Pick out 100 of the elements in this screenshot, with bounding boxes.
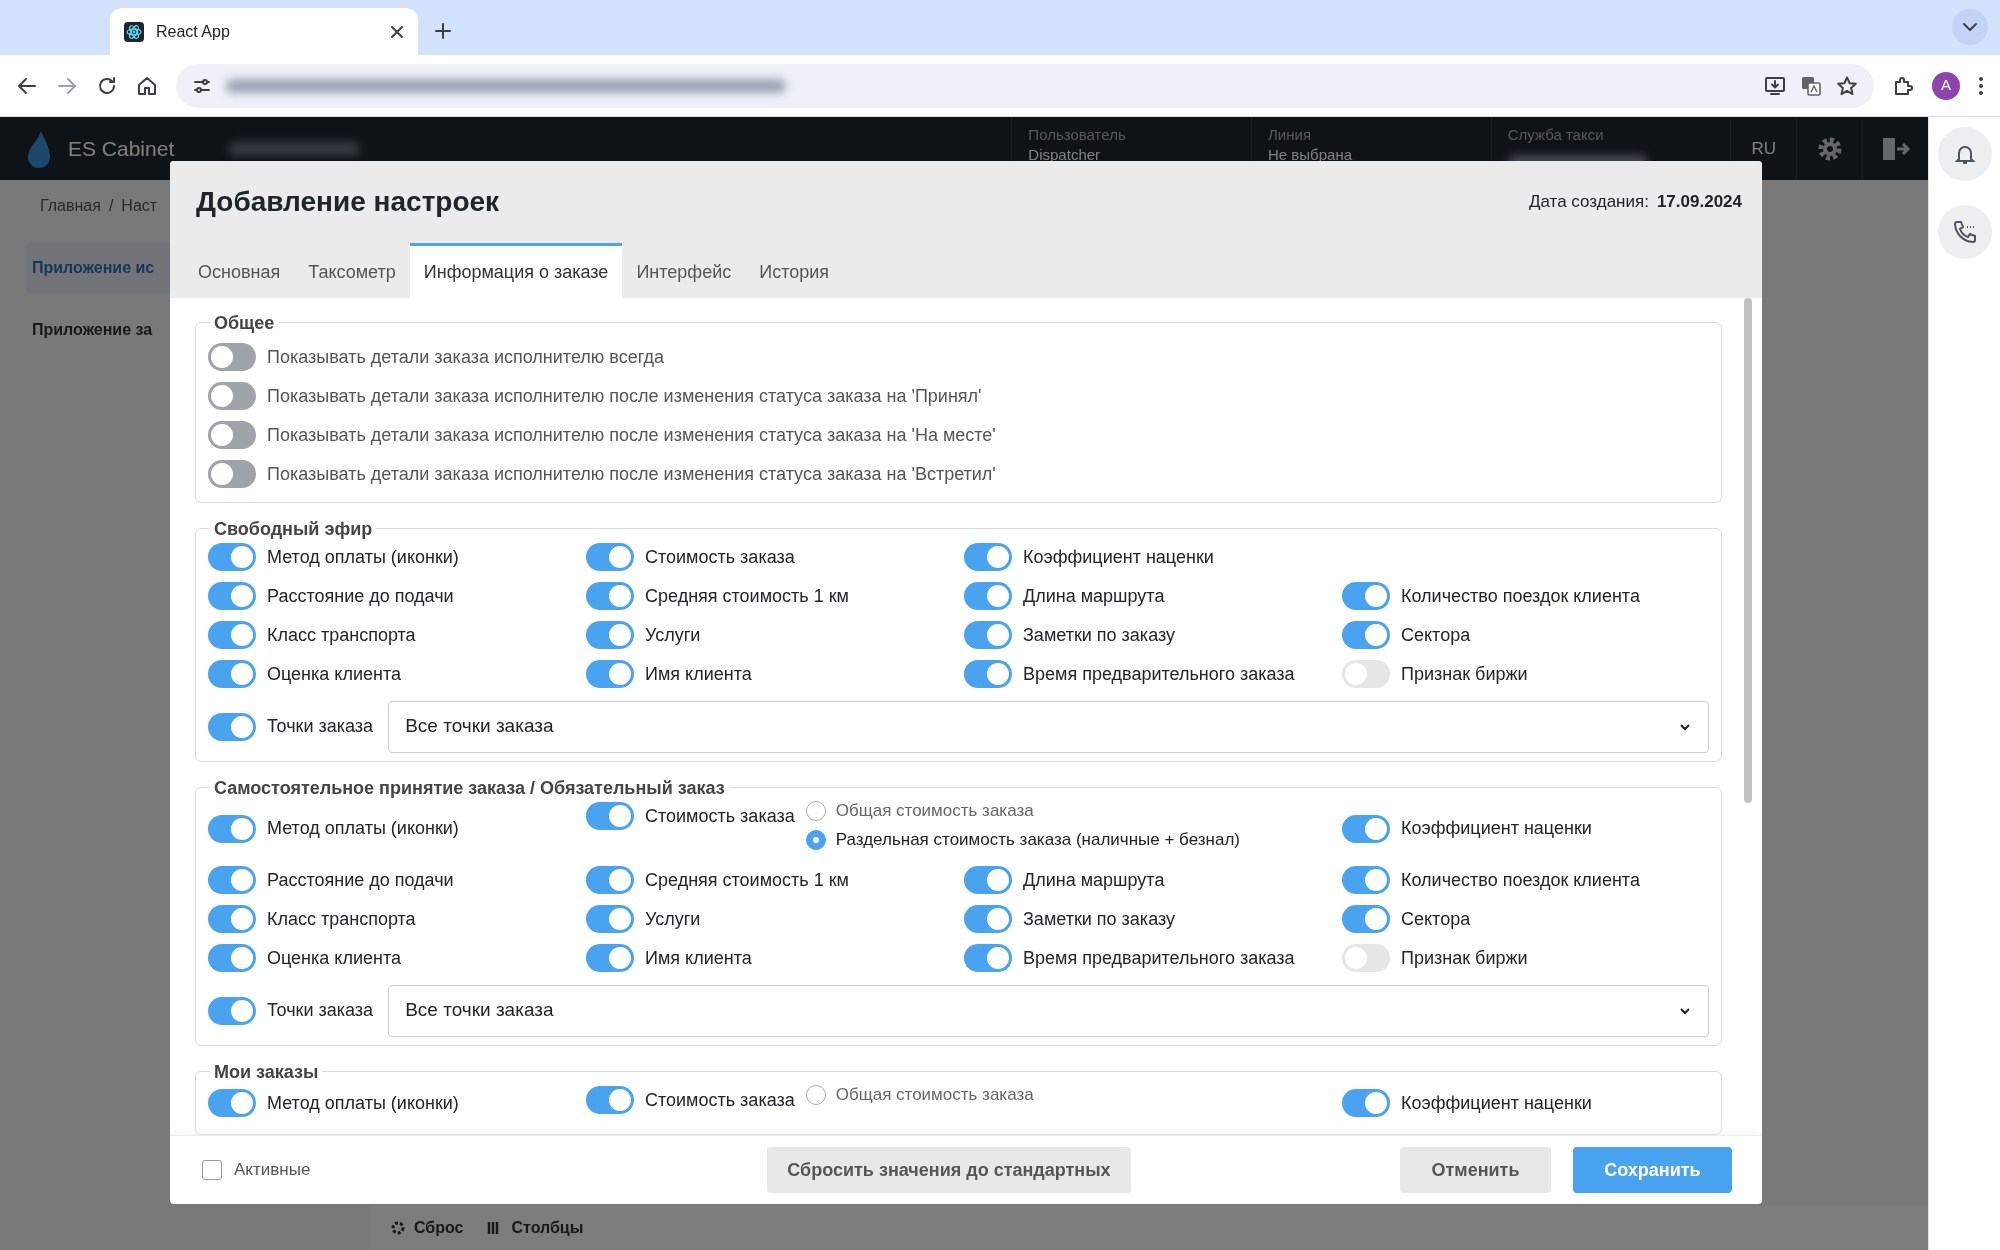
toggle-switch[interactable] [208,582,256,611]
toggle-label: Средняя стоимость 1 км [645,868,849,892]
tab[interactable]: Основная [184,242,295,298]
toggle-label: Количество поездок клиента [1401,584,1640,608]
brand-name: ES Cabinet [68,135,175,162]
home-icon[interactable] [136,74,158,97]
toggle-switch[interactable] [964,582,1012,611]
toggle-switch[interactable] [208,1089,256,1118]
close-icon[interactable] [390,24,404,39]
reload-icon[interactable] [96,74,118,97]
avatar[interactable]: A [1932,71,1960,100]
toggle-label: Время предварительного заказа [1023,662,1295,686]
radio-button[interactable] [805,1085,826,1106]
toggle-switch[interactable] [964,944,1012,973]
toggle-switch[interactable] [208,996,256,1025]
toggle-switch[interactable] [208,944,256,973]
toggle-label: Расстояние до подачи [267,868,454,892]
section-title: Мои заказы [213,1062,320,1081]
toggle-switch[interactable] [208,814,256,843]
toggle-switch[interactable] [586,866,634,895]
toggle-label: Имя клиента [645,946,752,970]
toggle-switch[interactable] [208,343,256,372]
toggle-switch[interactable] [208,621,256,650]
toggle-switch[interactable] [1342,1089,1390,1118]
scrollbar-thumb[interactable] [1744,297,1752,803]
toggle-switch[interactable] [208,660,256,689]
dropdown-field[interactable]: Все точки заказа [388,700,1709,753]
toggle-switch[interactable] [586,543,634,572]
toggle-label: Метод оплаты (иконки) [267,545,459,569]
plus-icon[interactable] [434,22,452,40]
breadcrumb-item: Наст [121,196,158,216]
checkbox-label: Активные [234,1159,311,1182]
breadcrumb-link[interactable]: Главная [40,194,101,218]
puzzle-icon[interactable] [1892,74,1914,97]
toggle-switch[interactable] [586,905,634,934]
section-title: Свободный эфир [213,519,374,538]
toggle-label: Класс транспорта [267,907,416,931]
toggle-label: Длина маршрута [1023,584,1165,608]
toggle-label: Точки заказа [267,715,374,739]
toggle-switch[interactable] [208,460,256,489]
reset-button[interactable]: Сбросить значения до стандартных [767,1147,1131,1193]
toggle-switch[interactable] [208,543,256,572]
header-label: Линия [1268,125,1313,145]
toggle-switch[interactable] [586,802,634,831]
toggle-switch[interactable] [1342,621,1390,650]
toggle-switch[interactable] [586,582,634,611]
toggle-switch[interactable] [1342,905,1390,934]
call-button[interactable] [1937,205,1992,259]
monitor-icon[interactable] [1764,74,1786,97]
toolbar-button[interactable]: Сброс [390,1216,464,1240]
atom-icon [124,21,144,42]
toggle-switch[interactable] [964,905,1012,934]
toggle-label: Коэффициент наценки [1401,1091,1592,1115]
toggle-switch[interactable] [208,905,256,934]
toggle-switch[interactable] [208,382,256,411]
tab[interactable]: Таксометр [294,242,410,298]
dropdown-field[interactable]: Все точки заказа [388,984,1709,1037]
toolbar-button[interactable]: Столбцы [487,1216,584,1240]
toggle-switch[interactable] [586,1086,634,1115]
browser-tab[interactable]: React App [110,8,418,55]
toggle-switch[interactable] [208,712,256,741]
toggle-switch[interactable] [1342,582,1390,611]
radio-label: Общая стоимость заказа [835,1084,1034,1107]
toggle-label: Заметки по заказу [1023,907,1175,931]
toggle-switch[interactable] [586,944,634,973]
toggle-label: Время предварительного заказа [1023,946,1295,970]
toggle-label: Стоимость заказа [645,1088,795,1112]
star-icon[interactable] [1836,74,1858,97]
toggle-switch[interactable] [964,621,1012,650]
toggle-switch[interactable] [208,866,256,895]
toggle-switch[interactable] [964,543,1012,572]
translate-icon[interactable] [1800,74,1822,97]
radio-button[interactable] [805,801,826,822]
toggle-switch[interactable] [586,621,634,650]
tab[interactable]: История [745,242,843,298]
toggle-switch[interactable] [208,421,256,450]
tab[interactable]: Интерфейс [622,242,746,298]
toggle-switch[interactable] [1342,866,1390,895]
checkbox[interactable] [202,1160,222,1180]
toggle-switch[interactable] [586,660,634,689]
toggle-label: Коэффициент наценки [1023,545,1214,569]
toggle-label: Признак биржи [1401,946,1528,970]
toggle-switch[interactable] [964,660,1012,689]
toggle-label: Сектора [1401,907,1471,931]
language-button[interactable]: RU [1751,135,1777,162]
toggle-switch[interactable] [1342,814,1390,843]
tab[interactable]: Информация о заказе [409,242,623,298]
breadcrumb-separator: / [108,196,114,216]
kebab-menu-icon[interactable] [1978,74,1984,97]
toggle-label: Точки заказа [267,999,374,1023]
sidebar-item[interactable]: Приложение за [26,304,170,356]
radio-button[interactable] [805,830,826,851]
toggle-label: Услуги [645,907,701,931]
header-label: Служба такси [1507,125,1605,145]
caret-icon[interactable] [1952,9,1988,45]
date-value: 17.09.2024 [1656,191,1742,214]
cancel-button[interactable]: Отменить [1400,1147,1551,1193]
toggle-label: Услуги [645,623,701,647]
section-title: Самостоятельное принятие заказа / Обязательный заказ [213,778,726,797]
toggle-switch[interactable] [964,866,1012,895]
